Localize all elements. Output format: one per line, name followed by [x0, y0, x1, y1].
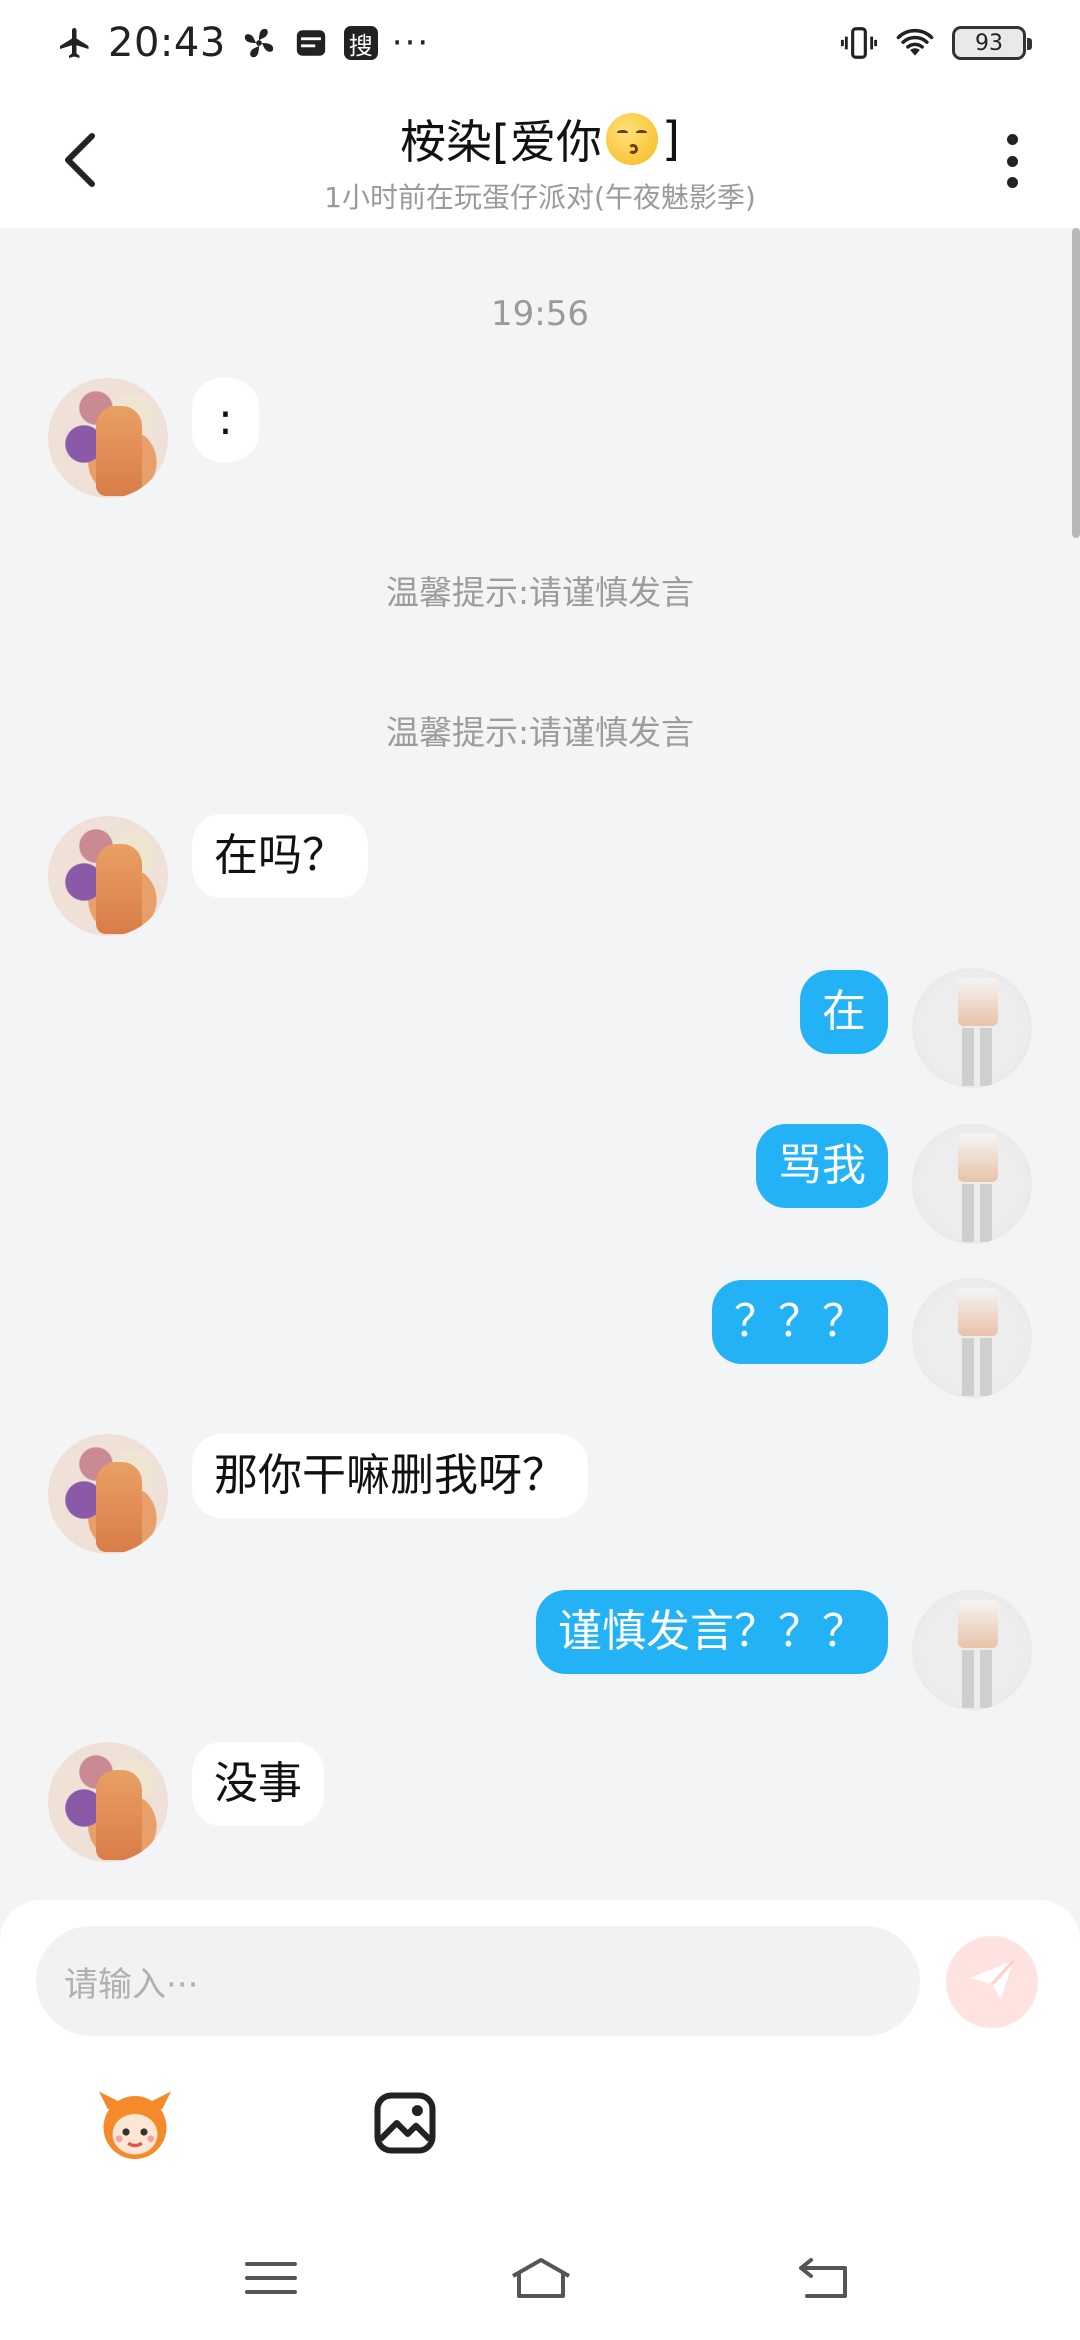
message-timestamp: 19:56	[491, 294, 589, 334]
message-list[interactable]: 19:56 : 温馨提示:请谨慎发言 温馨提示:请谨慎发言 在吗？ 在 骂我 ？…	[0, 228, 1080, 1908]
contact-avatar[interactable]	[48, 378, 168, 498]
more-vertical-icon	[1006, 134, 1018, 145]
more-options-button[interactable]	[992, 126, 1032, 196]
status-time: 20:43	[108, 20, 226, 66]
card-icon	[292, 24, 330, 62]
menu-icon	[243, 2258, 299, 2302]
home-icon	[509, 2256, 573, 2304]
fan-icon	[240, 24, 278, 62]
more-notifications-icon: ···	[391, 23, 431, 63]
message-bubble-outgoing[interactable]: 在	[800, 970, 888, 1054]
status-left: 20:43 搜 ···	[56, 18, 430, 68]
message-bubble-incoming[interactable]: 没事	[192, 1742, 324, 1826]
message-bubble-outgoing[interactable]: 骂我	[756, 1124, 888, 1208]
send-button[interactable]	[946, 1936, 1038, 2028]
system-nav-bar	[0, 2220, 1080, 2340]
my-avatar[interactable]	[912, 968, 1032, 1088]
contact-status: 1小时前在玩蛋仔派对(午夜魅影季)	[324, 181, 756, 214]
menu-nav-button[interactable]	[226, 2240, 316, 2320]
search-app-badge: 搜	[343, 26, 378, 60]
message-bubble-outgoing[interactable]: ？？？	[712, 1280, 888, 1364]
back-nav-icon	[795, 2256, 851, 2304]
title-area: 桉染[爱你 ] 1小时前在玩蛋仔派对(午夜魅影季)	[200, 106, 880, 216]
airplane-mode-icon	[56, 24, 94, 62]
message-input[interactable]: 请输入···	[36, 1926, 920, 2036]
back-nav-button[interactable]	[778, 2240, 868, 2320]
message-bubble-incoming[interactable]: :	[192, 378, 259, 462]
send-icon	[966, 1954, 1018, 2010]
emoji-button[interactable]	[90, 2080, 180, 2170]
safety-tip: 温馨提示:请谨慎发言	[385, 713, 695, 752]
my-avatar[interactable]	[912, 1278, 1032, 1398]
contact-name-end: ]	[662, 112, 680, 166]
wifi-icon	[896, 24, 934, 62]
scrollbar[interactable]	[1072, 228, 1080, 538]
my-avatar[interactable]	[912, 1124, 1032, 1244]
mascot-emoji-icon	[90, 2078, 180, 2172]
battery-indicator: 93	[952, 26, 1032, 60]
contact-name-text: 桉染[爱你	[400, 115, 602, 169]
back-arrow-icon	[62, 132, 98, 192]
status-right: 93	[840, 20, 1032, 66]
contact-avatar[interactable]	[48, 1434, 168, 1554]
contact-name: 桉染[爱你 ]	[400, 106, 680, 172]
contact-avatar[interactable]	[48, 816, 168, 936]
message-bubble-outgoing[interactable]: 谨慎发言？？？	[536, 1590, 888, 1674]
kissing-emoji-icon	[606, 113, 658, 165]
home-nav-button[interactable]	[496, 2240, 586, 2320]
status-bar: 20:43 搜 ··· 93	[0, 0, 1080, 86]
my-avatar[interactable]	[912, 1590, 1032, 1710]
message-bubble-incoming[interactable]: 那你干嘛删我呀？	[192, 1434, 588, 1518]
image-button[interactable]	[360, 2080, 450, 2170]
image-icon	[372, 2090, 438, 2160]
back-button[interactable]	[62, 122, 122, 202]
contact-avatar[interactable]	[48, 1742, 168, 1862]
chat-header: 桉染[爱你 ] 1小时前在玩蛋仔派对(午夜魅影季)	[0, 86, 1080, 228]
message-bubble-incoming[interactable]: 在吗？	[192, 814, 368, 898]
vibrate-icon	[840, 24, 878, 62]
safety-tip: 温馨提示:请谨慎发言	[385, 573, 695, 612]
